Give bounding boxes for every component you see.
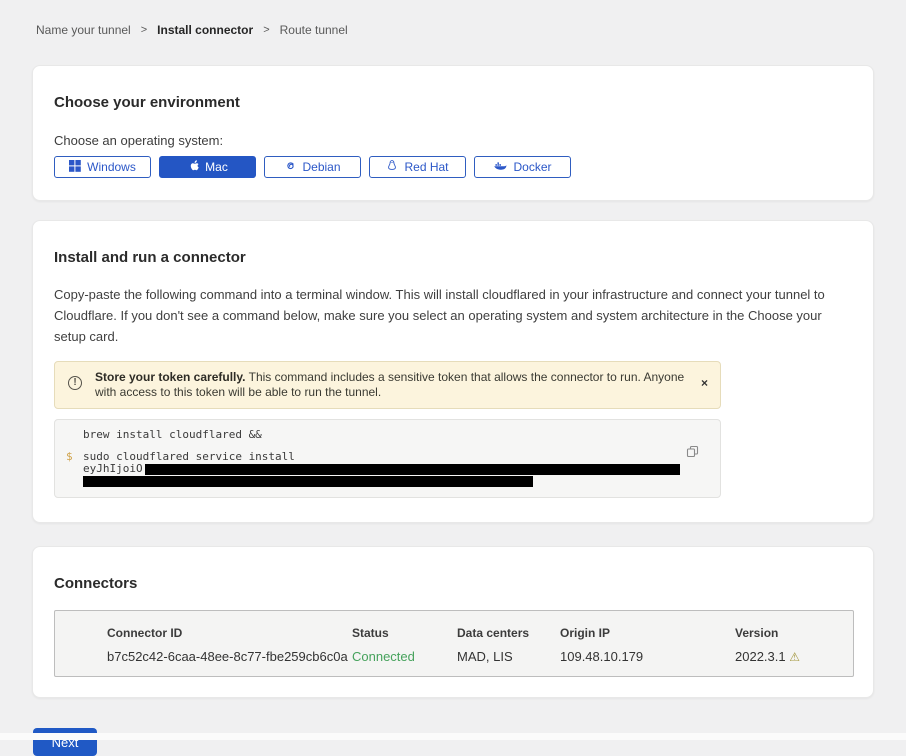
table-row: b7c52c42-6caa-48ee-8c77-fbe259cb6c0a Con… xyxy=(107,649,853,664)
close-icon[interactable]: × xyxy=(701,377,708,389)
os-button-windows[interactable]: Windows xyxy=(54,156,151,178)
breadcrumb-install-connector[interactable]: Install connector xyxy=(157,23,253,37)
bottom-strip xyxy=(0,733,906,740)
breadcrumb: Name your tunnel > Install connector > R… xyxy=(36,0,874,37)
os-button-mac[interactable]: Mac xyxy=(159,156,256,178)
connectors-card: Connectors Connector ID Status Data cent… xyxy=(32,546,874,698)
redhat-icon xyxy=(386,159,398,175)
breadcrumb-name-your-tunnel[interactable]: Name your tunnel xyxy=(36,23,131,37)
connectors-table-header: Connector ID Status Data centers Origin … xyxy=(107,626,853,640)
col-connector-id: Connector ID xyxy=(107,626,352,640)
col-status: Status xyxy=(352,626,457,640)
os-button-debian[interactable]: Debian xyxy=(264,156,361,178)
windows-icon xyxy=(69,160,81,175)
install-connector-title: Install and run a connector xyxy=(54,249,852,266)
shell-prompt: $ xyxy=(66,451,73,463)
os-button-label: Windows xyxy=(87,160,136,174)
data-centers-value: MAD, LIS xyxy=(457,649,560,664)
os-button-label: Debian xyxy=(302,160,340,174)
connector-id-value: b7c52c42-6caa-48ee-8c77-fbe259cb6c0a xyxy=(107,649,352,664)
redacted-token-bar xyxy=(83,476,533,487)
debian-icon xyxy=(284,160,296,175)
alert-circle-icon: ! xyxy=(68,376,82,390)
breadcrumb-separator: > xyxy=(141,24,147,36)
connectors-title: Connectors xyxy=(54,575,852,592)
os-button-label: Docker xyxy=(513,160,551,174)
os-button-label: Mac xyxy=(205,160,228,174)
choose-environment-title: Choose your environment xyxy=(54,94,852,111)
os-button-row: Windows Mac Debian Red Hat xyxy=(54,156,852,178)
docker-icon xyxy=(493,160,507,175)
token-prefix: eyJhIjoiO xyxy=(83,462,143,475)
version-warning-icon: ⚠ xyxy=(789,650,800,664)
origin-ip-value: 109.48.10.179 xyxy=(560,649,735,664)
apple-icon xyxy=(187,159,199,175)
install-command-codeblock: brew install cloudflared && $ sudo cloud… xyxy=(54,419,721,498)
tunnel-setup-page: Name your tunnel > Install connector > R… xyxy=(0,0,906,756)
breadcrumb-route-tunnel[interactable]: Route tunnel xyxy=(280,23,348,37)
os-select-label: Choose an operating system: xyxy=(54,133,852,148)
col-data-centers: Data centers xyxy=(457,626,560,640)
os-button-redhat[interactable]: Red Hat xyxy=(369,156,466,178)
code-line-brew: brew install cloudflared && xyxy=(66,429,706,441)
os-button-docker[interactable]: Docker xyxy=(474,156,571,178)
install-connector-card: Install and run a connector Copy-paste t… xyxy=(32,220,874,523)
connectors-table: Connector ID Status Data centers Origin … xyxy=(54,610,854,677)
col-version: Version xyxy=(735,626,853,640)
breadcrumb-separator: > xyxy=(263,24,269,36)
copy-icon[interactable] xyxy=(686,445,699,461)
os-button-label: Red Hat xyxy=(404,160,448,174)
choose-environment-card: Choose your environment Choose an operat… xyxy=(32,65,874,201)
status-badge: Connected xyxy=(352,649,457,664)
warning-title: Store your token carefully. xyxy=(95,370,246,384)
col-origin-ip: Origin IP xyxy=(560,626,735,640)
install-description: Copy-paste the following command into a … xyxy=(54,284,849,347)
token-warning-banner: ! Store your token carefully. This comma… xyxy=(54,361,721,409)
version-value: 2022.3.1 ⚠ xyxy=(735,649,853,664)
redacted-token-bar xyxy=(145,464,680,475)
